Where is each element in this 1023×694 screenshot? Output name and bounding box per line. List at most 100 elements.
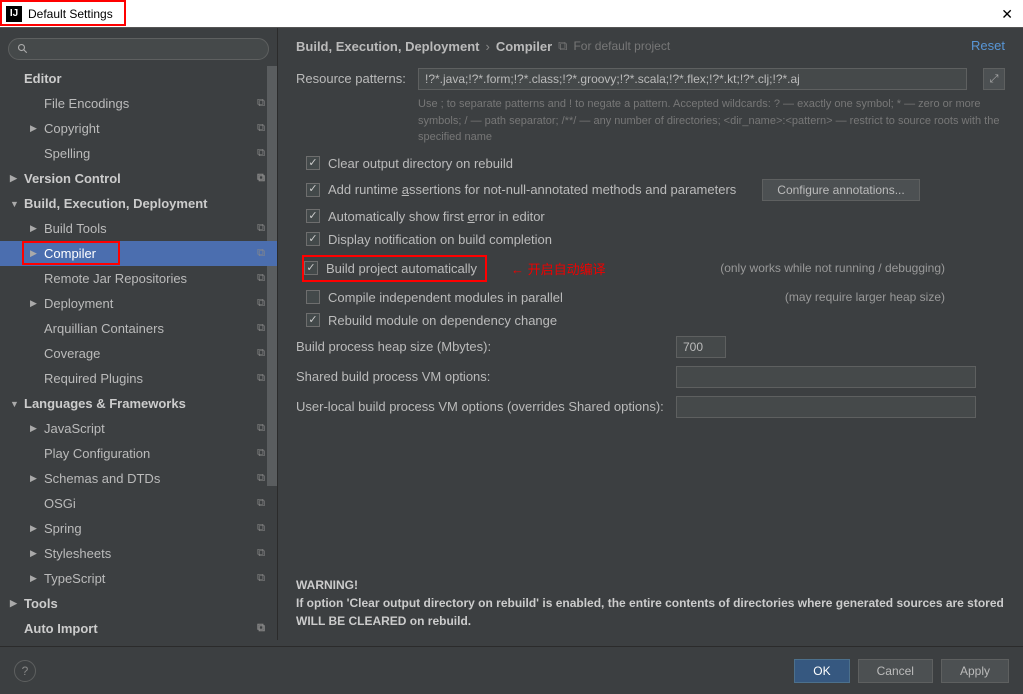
annotation-highlight-build-auto: Build project automatically — [302, 255, 487, 282]
search-icon — [17, 43, 29, 55]
sidebar-item-coverage[interactable]: Coverage ⧉ — [0, 341, 277, 366]
sidebar-item-tools[interactable]: ▶Tools — [0, 591, 277, 616]
chevron-icon: ▶ — [10, 173, 24, 184]
expand-icon[interactable]: ⤢ — [983, 68, 1005, 90]
sidebar-item-spelling[interactable]: Spelling ⧉ — [0, 141, 277, 166]
sidebar-item-copyright[interactable]: ▶Copyright⧉ — [0, 116, 277, 141]
heap-size-label: Build process heap size (Mbytes): — [296, 339, 676, 354]
sidebar-item-build-tools[interactable]: ▶Build Tools⧉ — [0, 216, 277, 241]
rebuild-dep-label: Rebuild module on dependency change — [328, 313, 557, 328]
configure-annotations-button[interactable]: Configure annotations... — [762, 179, 919, 201]
sidebar-item-label: Remote Jar Repositories — [44, 271, 187, 286]
help-icon[interactable]: ? — [14, 660, 36, 682]
ok-button[interactable]: OK — [794, 659, 849, 683]
sidebar-item-schemas-and-dtds[interactable]: ▶Schemas and DTDs⧉ — [0, 466, 277, 491]
content-panel: Build, Execution, Deployment › Compiler … — [278, 28, 1023, 640]
sidebar-item-label: Stylesheets — [44, 546, 111, 561]
sidebar-item-remote-jar-repositories[interactable]: Remote Jar Repositories⧉ — [0, 266, 277, 291]
copy-icon: ⧉ — [257, 497, 265, 510]
sidebar-item-arquillian-containers[interactable]: Arquillian Containers⧉ — [0, 316, 277, 341]
sidebar-item-label: Spelling — [44, 146, 90, 161]
search-input[interactable] — [8, 38, 269, 60]
sidebar-item-auto-import[interactable]: Auto Import⧉ — [0, 616, 277, 640]
chevron-icon: ▶ — [30, 573, 44, 584]
display-notification-label: Display notification on build completion — [328, 232, 552, 247]
sidebar-item-label: JavaScript — [44, 421, 105, 436]
chevron-icon: ▶ — [30, 248, 44, 259]
sidebar-item-osgi[interactable]: OSGi⧉ — [0, 491, 277, 516]
sidebar-item-label: Tools — [24, 596, 58, 611]
sidebar-item-label: Required Plugins — [44, 371, 143, 386]
copy-icon: ⧉ — [257, 222, 265, 235]
sidebar-item-label: Spring — [44, 521, 82, 536]
sidebar-item-spring[interactable]: ▶Spring⧉ — [0, 516, 277, 541]
sidebar-item-file-encodings[interactable]: File Encodings ⧉ — [0, 91, 277, 116]
chevron-icon: ▶ — [30, 473, 44, 484]
settings-tree: EditorFile Encodings⧉▶Copyright⧉Spelling… — [0, 66, 277, 640]
copy-icon: ⧉ — [257, 347, 265, 360]
clear-output-checkbox[interactable] — [306, 156, 320, 170]
chevron-icon: ▶ — [30, 523, 44, 534]
warning-title: WARNING! — [296, 578, 358, 592]
chevron-icon: ▼ — [10, 399, 24, 409]
sidebar-item-label: File Encodings — [44, 96, 129, 111]
sidebar-item-label: Languages & Frameworks — [24, 396, 186, 411]
close-icon[interactable]: ✕ — [1001, 6, 1013, 23]
chevron-icon: ▶ — [10, 598, 24, 609]
annotation-text: ← 开启自动编译 — [511, 259, 606, 278]
titlebar: IJ Default Settings ✕ — [0, 0, 1023, 28]
chevron-icon: ▶ — [30, 223, 44, 234]
breadcrumb-hint: For default project — [573, 39, 670, 53]
sidebar-item-label: Coverage — [44, 346, 100, 361]
sidebar-item-build-execution-deployment[interactable]: ▼Build, Execution, Deployment — [0, 191, 277, 216]
breadcrumb-root[interactable]: Build, Execution, Deployment — [296, 39, 479, 54]
resource-patterns-label: Resource patterns: — [296, 68, 406, 86]
apply-button[interactable]: Apply — [941, 659, 1009, 683]
sidebar-item-label: Schemas and DTDs — [44, 471, 160, 486]
sidebar-item-deployment[interactable]: ▶Deployment⧉ — [0, 291, 277, 316]
copy-icon: ⧉ — [257, 447, 265, 460]
sidebar-item-javascript[interactable]: ▶JavaScript⧉ — [0, 416, 277, 441]
sidebar-item-play-configuration[interactable]: Play Configuration ⧉ — [0, 441, 277, 466]
sidebar-item-label: TypeScript — [44, 571, 105, 586]
sidebar-item-stylesheets[interactable]: ▶Stylesheets⧉ — [0, 541, 277, 566]
runtime-assertions-checkbox[interactable] — [306, 183, 320, 197]
resource-patterns-input[interactable] — [418, 68, 967, 90]
compile-parallel-note: (may require larger heap size) — [785, 290, 1005, 304]
sidebar-item-compiler[interactable]: ▶Compiler⧉ — [0, 241, 277, 266]
rebuild-dep-checkbox[interactable] — [306, 313, 320, 327]
build-auto-checkbox[interactable] — [304, 261, 318, 275]
shared-vm-input[interactable] — [676, 366, 976, 388]
chevron-icon: ▼ — [10, 199, 24, 209]
sidebar-item-label: Deployment — [44, 296, 113, 311]
sidebar-item-label: Editor — [24, 71, 62, 86]
sidebar-item-required-plugins[interactable]: Required Plugins⧉ — [0, 366, 277, 391]
sidebar-item-label: Build, Execution, Deployment — [24, 196, 207, 211]
sidebar-item-label: Compiler — [44, 246, 96, 261]
chevron-icon: ▶ — [30, 123, 44, 134]
sidebar-item-typescript[interactable]: ▶TypeScript⧉ — [0, 566, 277, 591]
sidebar-item-languages-frameworks[interactable]: ▼Languages & Frameworks — [0, 391, 277, 416]
sidebar: EditorFile Encodings⧉▶Copyright⧉Spelling… — [0, 28, 278, 640]
copy-icon: ⧉ — [257, 97, 265, 110]
copy-icon: ⧉ — [257, 147, 265, 160]
copy-icon: ⧉ — [257, 297, 265, 310]
sidebar-item-editor[interactable]: Editor — [0, 66, 277, 91]
reset-link[interactable]: Reset — [971, 38, 1005, 53]
display-notification-checkbox[interactable] — [306, 232, 320, 246]
runtime-assertions-label: Add runtime assertions for not-null-anno… — [328, 182, 736, 197]
chevron-icon: ▶ — [30, 423, 44, 434]
heap-size-input[interactable] — [676, 336, 726, 358]
copy-icon: ⧉ — [257, 322, 265, 335]
warning-body: If option 'Clear output directory on reb… — [296, 596, 1004, 628]
compile-parallel-checkbox[interactable] — [306, 290, 320, 304]
sidebar-item-version-control[interactable]: ▶Version Control⧉ — [0, 166, 277, 191]
copy-icon: ⧉ — [257, 622, 265, 635]
window-title: Default Settings — [28, 7, 113, 21]
copy-icon: ⧉ — [558, 38, 567, 54]
user-vm-input[interactable] — [676, 396, 976, 418]
cancel-button[interactable]: Cancel — [858, 659, 933, 683]
sidebar-item-label: Play Configuration — [44, 446, 150, 461]
chevron-right-icon: › — [485, 39, 489, 54]
show-first-error-checkbox[interactable] — [306, 209, 320, 223]
